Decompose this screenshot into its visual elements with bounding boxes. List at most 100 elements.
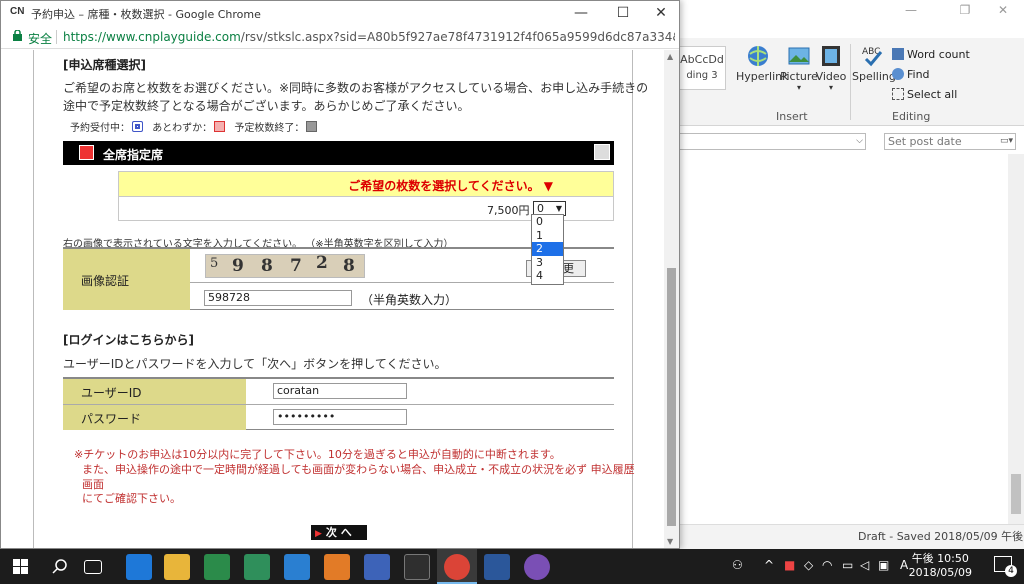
media-player-icon[interactable] [324,554,350,580]
store-icon[interactable] [204,554,230,580]
tray-overflow-icon[interactable]: ^ [764,558,774,572]
login-section-heading: [ログインはこちらから] [63,333,194,347]
post-date-placeholder: Set post date [888,135,962,148]
word-count-button[interactable]: Word count [892,48,970,61]
captcha-char: 7 [290,256,302,276]
captcha-image: 5 9 8 7 2 8 [205,253,365,278]
ime-icon[interactable]: ▣ [878,558,889,572]
picture-button[interactable]: Picture ▾ [780,44,818,92]
volume-icon[interactable]: ◁ [860,558,869,572]
windows-start-icon[interactable] [13,559,28,574]
few-left-triangle-icon [214,121,226,132]
tray-app-icon[interactable]: ◇ [804,558,813,572]
url-text[interactable]: https://www.cnplayguide.com/rsv/stkslc.a… [63,30,675,44]
next-button-label: 次 へ [325,526,352,539]
seat-desc-line2: 途中で予定枚数終了となる場合がございます。あらかじめご了承ください。 [63,99,470,113]
maximize-button[interactable]: ☐ [603,1,643,25]
login-table: ユーザーID coratan パスワード ••••••••• [63,377,614,430]
userid-row: ユーザーID coratan [63,379,614,404]
play-triangle-icon: ▶ [315,529,322,539]
select-all-icon [892,88,904,100]
video-button[interactable]: Video ▾ [814,44,848,92]
password-input[interactable]: ••••••••• [273,409,407,425]
scroll-down-icon[interactable]: ▼ [667,537,673,546]
chrome-titlebar: CN 予約申込 – 席種・枚数選択 - Google Chrome — ☐ ✕ [1,1,679,25]
file-explorer-icon[interactable] [164,554,190,580]
people-icon[interactable]: ⚇ [732,558,743,572]
address-bar[interactable]: 安全 https://www.cnplayguide.com/rsv/stksl… [1,25,679,49]
select-quantity-hint-text: ご希望の枚数を選択してください。 ▼ [348,179,553,193]
minimize-button[interactable]: — [561,1,601,25]
captcha-input-note: （半角英数入力） [361,293,458,307]
spelling-button[interactable]: ABC Spelling [852,44,896,83]
word-post-toolbar: ⌵ Set post date ▭▾ [674,130,1024,152]
login-desc: ユーザーIDとパスワードを入力して「次へ」ボタンを押してください。 [63,357,447,371]
address-separator [56,30,57,44]
hyperlink-button[interactable]: Hyperlink [736,44,789,83]
word-status-bar: Draft - Saved 2018/05/09 午後 10:39 [676,524,1024,567]
find-label: Find [907,68,930,81]
captcha-char: 9 [232,256,244,276]
word-icon[interactable] [484,554,510,580]
next-button[interactable]: ▶ 次 へ [311,525,367,540]
userid-input[interactable]: coratan [273,383,407,399]
word-minimize-button[interactable]: — [888,0,934,20]
scroll-up-icon[interactable]: ▲ [667,52,673,61]
chrome-icon[interactable] [444,554,470,580]
booking-page: [申込席種選択] ご希望のお席と枚数をお選びください。※同時に多数のお客様がアク… [33,50,648,548]
quantity-option[interactable]: 1 [532,229,563,243]
quantity-dropdown-list[interactable]: 0 1 2 3 4 [531,214,564,285]
word-scroll-thumb[interactable] [1011,474,1021,514]
battery-icon[interactable]: ▭ [842,558,853,572]
quantity-option-highlighted[interactable]: 2 [532,242,563,256]
word-count-label: Word count [907,48,970,61]
clock-time: 午後 10:50 [911,552,969,565]
url-path: /rsv/stkslc.aspx?sid=A80b5f927ae78f47319… [240,30,675,44]
onenote-icon[interactable] [524,554,550,580]
sold-out-x-icon [306,121,318,132]
seat-type-header[interactable]: 全席指定席 [63,141,614,165]
search-icon[interactable] [52,559,67,574]
notice-line2: また、申込操作の途中で一定時間が経過しても画面が変わらない場合、申込成立・不成立… [82,463,635,476]
app-tile-icon[interactable] [244,554,270,580]
calculator-icon[interactable] [364,554,390,580]
edge-icon[interactable] [126,554,152,580]
picture-dropdown-icon: ▾ [796,83,801,92]
word-category-select[interactable]: ⌵ [674,133,866,150]
action-center-icon[interactable]: 4 [994,556,1017,577]
quantity-option[interactable]: 4 [532,269,563,283]
mail-icon[interactable] [404,554,430,580]
clock[interactable]: 午後 10:50 2018/05/09 [909,552,972,580]
captcha-char: 8 [261,256,273,276]
video-icon [822,46,840,66]
captcha-input[interactable]: 598728 [204,290,352,306]
globe-icon [748,46,768,66]
video-dropdown-icon: ▾ [828,83,833,92]
find-button[interactable]: Find [892,68,930,81]
chrome-scroll-thumb[interactable] [667,268,676,526]
collapse-toggle-icon[interactable] [594,144,610,160]
notice-line1: ※チケットのお申込は10分以内に完了して下さい。10分を過ぎると申込が自動的に中… [74,448,561,461]
post-date-field[interactable]: Set post date ▭▾ [884,133,1016,150]
captcha-label: 画像認証 [81,274,130,288]
select-all-button[interactable]: Select all [892,88,957,101]
page-viewport: [申込席種選択] ご希望のお席と枚数をお選びください。※同時に多数のお客様がアク… [1,50,665,548]
security-tray-icon[interactable]: ■ [784,558,795,572]
chrome-window: CN 予約申込 – 席種・枚数選択 - Google Chrome — ☐ ✕ … [0,0,680,549]
password-label-cell: パスワード [63,405,246,430]
picture-icon [788,47,810,65]
word-scrollbar[interactable] [1008,154,1024,524]
word-close-button[interactable]: ✕ [980,0,1024,20]
app-at-icon[interactable] [284,554,310,580]
input-mode-icon[interactable]: A [900,558,908,572]
wifi-icon[interactable]: ◠ [822,558,832,572]
quantity-option[interactable]: 0 [532,215,563,229]
quantity-option[interactable]: 3 [532,256,563,270]
styles-gallery[interactable]: AbCcDd ding 3 [678,46,726,90]
close-button[interactable]: ✕ [641,1,679,25]
legend-available-label: 予約受付中： [70,123,130,134]
task-view-icon[interactable] [84,560,102,574]
ribbon-group-editing: Editing [892,110,931,123]
chrome-scrollbar[interactable]: ▲ ▼ [664,50,679,548]
picture-label: Picture [780,70,818,83]
